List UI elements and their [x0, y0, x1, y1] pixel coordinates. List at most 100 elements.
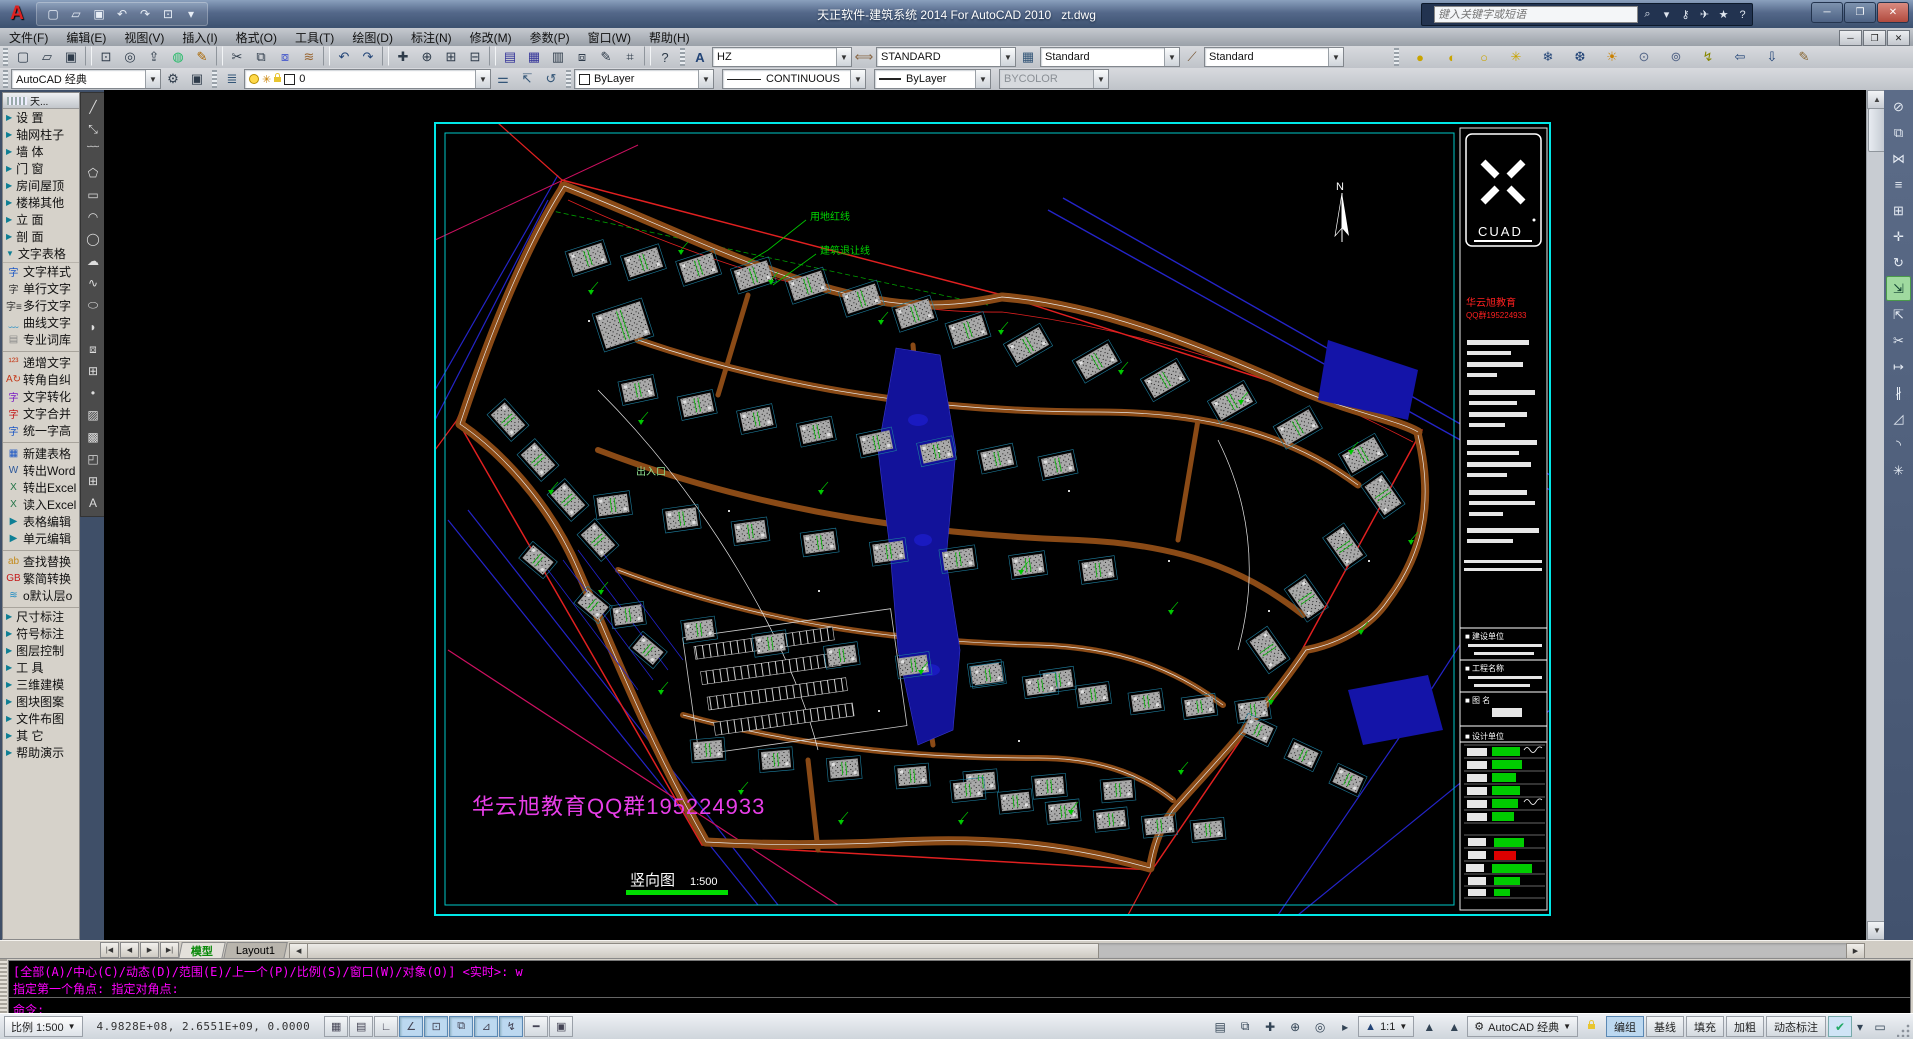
- palette-item[interactable]: ▶表格编辑: [3, 513, 79, 530]
- menu-item[interactable]: 窗口(W): [579, 28, 640, 46]
- toolbar-grip[interactable]: [3, 70, 8, 88]
- toolbar-lock-button[interactable]: [1581, 1016, 1605, 1037]
- combo-arrow-icon[interactable]: ▼: [1000, 48, 1015, 66]
- layer-thaw-icon[interactable]: ❆: [1568, 46, 1592, 68]
- menu-item[interactable]: 插入(I): [173, 28, 226, 46]
- layer-off-icon[interactable]: ○: [1472, 46, 1496, 68]
- rectangle-icon[interactable]: ▭: [82, 184, 104, 206]
- open-icon[interactable]: ▱: [35, 46, 59, 68]
- combo-arrow-icon[interactable]: ▼: [698, 70, 713, 88]
- qp-toggle[interactable]: ▣: [549, 1016, 573, 1037]
- palette-item[interactable]: 字≡多行文字: [3, 297, 79, 314]
- grid-toggle[interactable]: ▤: [349, 1016, 373, 1037]
- workspace-switcher[interactable]: ⚙ AutoCAD 经典 ▼: [1467, 1016, 1578, 1037]
- break-icon[interactable]: ∦: [1886, 380, 1911, 405]
- menu-item[interactable]: 参数(P): [521, 28, 579, 46]
- doc-close-button[interactable]: ✕: [1887, 30, 1910, 46]
- matchprop-icon[interactable]: ≋: [297, 46, 321, 68]
- new-file-icon[interactable]: ▢: [43, 4, 63, 24]
- insert-block-icon[interactable]: ⧈: [82, 338, 104, 360]
- layer-sun-icon[interactable]: ☀: [1600, 46, 1624, 68]
- lineweight-combo[interactable]: ByLayer▼: [874, 69, 991, 89]
- tab-nav-button[interactable]: ▶: [140, 942, 159, 958]
- palette-title[interactable]: 天...: [3, 93, 79, 109]
- menu-item[interactable]: 视图(V): [115, 28, 173, 46]
- palette-group[interactable]: ▶其 它: [3, 727, 79, 744]
- point-icon[interactable]: •: [82, 382, 104, 404]
- scroll-right-button[interactable]: ▶: [1846, 943, 1865, 960]
- menu-item[interactable]: 帮助(H): [640, 28, 699, 46]
- layout-button[interactable]: ⧉: [1233, 1016, 1257, 1037]
- layer-on2-icon[interactable]: ◐: [1440, 46, 1464, 68]
- scale-selector[interactable]: 比例 1:500▼: [4, 1016, 83, 1037]
- erase-icon[interactable]: ⊘: [1886, 94, 1911, 119]
- palette-item[interactable]: 字单行文字: [3, 280, 79, 297]
- make-current-icon[interactable]: ↸: [515, 68, 539, 90]
- steering-wheel-button[interactable]: ◎: [1308, 1016, 1332, 1037]
- layer-iso-icon[interactable]: ✳: [1504, 46, 1528, 68]
- menu-item[interactable]: 编辑(E): [57, 28, 115, 46]
- favorites-star-icon[interactable]: ★: [1714, 4, 1733, 26]
- region-icon[interactable]: ◰: [82, 448, 104, 470]
- open-file-icon[interactable]: ▱: [66, 4, 86, 24]
- help-icon[interactable]: ?: [1733, 4, 1752, 26]
- plot-icon[interactable]: ⊡: [94, 46, 118, 68]
- doc-restore-button[interactable]: ❐: [1863, 30, 1886, 46]
- combo-arrow-icon[interactable]: ▼: [975, 70, 990, 88]
- toolbar-grip[interactable]: [566, 70, 571, 88]
- tab-nav-button[interactable]: ◀: [120, 942, 139, 958]
- palette-group[interactable]: ▶三维建模: [3, 676, 79, 693]
- lwt-toggle[interactable]: ━: [524, 1016, 548, 1037]
- layer-states-icon[interactable]: ⚌: [491, 68, 515, 90]
- menu-item[interactable]: 标注(N): [402, 28, 461, 46]
- command-text-area[interactable]: [全部(A)/中心(C)/动态(D)/范围(E)/上一个(P)/比例(S)/窗口…: [8, 960, 1911, 1015]
- osnap-toggle[interactable]: ⊡: [424, 1016, 448, 1037]
- qat-dropdown-icon[interactable]: ▾: [181, 4, 201, 24]
- undo-icon[interactable]: ↶: [332, 46, 356, 68]
- palette-group[interactable]: ▶符号标注: [3, 625, 79, 642]
- polyline-icon[interactable]: ﹋: [82, 140, 104, 162]
- drawing-canvas[interactable]: 用地红线 建筑退让线 出入口 N 华云旭教: [104, 90, 1866, 940]
- palette-item[interactable]: 字统一字高: [3, 422, 79, 439]
- offset-icon[interactable]: ≡: [1886, 172, 1911, 197]
- minimize-button[interactable]: ─: [1811, 2, 1843, 23]
- layer-on-icon[interactable]: ●: [1408, 46, 1432, 68]
- arc-icon[interactable]: ◠: [82, 206, 104, 228]
- publish-icon[interactable]: ⇪: [142, 46, 166, 68]
- mleader-style-combo[interactable]: Standard▼: [1204, 47, 1344, 67]
- designcenter-icon[interactable]: ▦: [522, 46, 546, 68]
- hatch-icon[interactable]: ▨: [82, 404, 104, 426]
- help-icon[interactable]: ?: [653, 46, 677, 68]
- status-text-toggle[interactable]: 编组: [1606, 1016, 1644, 1037]
- palette-group[interactable]: ▶门 窗: [3, 160, 79, 177]
- palette-grip[interactable]: [7, 97, 27, 105]
- toolpalettes-icon[interactable]: ▥: [546, 46, 570, 68]
- quickcalc-icon[interactable]: ⌗: [618, 46, 642, 68]
- save-icon[interactable]: ▣: [59, 46, 83, 68]
- palette-item[interactable]: ▦新建表格: [3, 442, 79, 462]
- palette-item[interactable]: W转出Word: [3, 462, 79, 479]
- line-icon[interactable]: ╱: [82, 96, 104, 118]
- spline-icon[interactable]: ∿: [82, 272, 104, 294]
- status-menu-arrow-icon[interactable]: ▾: [1853, 1016, 1867, 1037]
- combo-arrow-icon[interactable]: ▼: [1328, 48, 1343, 66]
- palette-item[interactable]: ﹏曲线文字: [3, 314, 79, 331]
- layer-match-icon[interactable]: ✎: [1792, 46, 1816, 68]
- layer-previous2-icon[interactable]: ↺: [539, 68, 563, 90]
- model-space-button[interactable]: ▤: [1208, 1016, 1232, 1037]
- trim-icon[interactable]: ✂: [1886, 328, 1911, 353]
- palette-group-expanded[interactable]: ▼文字表格: [3, 245, 79, 263]
- layer-properties-icon[interactable]: ≣: [220, 68, 244, 90]
- coordinate-readout[interactable]: 4.9828E+08, 2.6551E+09, 0.0000: [97, 1020, 311, 1033]
- doc-minimize-button[interactable]: ─: [1839, 30, 1862, 46]
- combo-arrow-icon[interactable]: ▼: [850, 70, 865, 88]
- workspace-save-icon[interactable]: ▣: [185, 68, 209, 90]
- properties-icon[interactable]: ▤: [498, 46, 522, 68]
- palette-group[interactable]: ▶帮助演示: [3, 744, 79, 761]
- tangent-status-icon[interactable]: ✔: [1828, 1016, 1852, 1037]
- table-style-combo[interactable]: Standard▼: [1040, 47, 1180, 67]
- xline-icon[interactable]: ⤡: [82, 118, 104, 140]
- menu-item[interactable]: 文件(F): [0, 28, 57, 46]
- ortho-toggle[interactable]: ∟: [374, 1016, 398, 1037]
- text-style-combo[interactable]: HZ▼: [712, 47, 852, 67]
